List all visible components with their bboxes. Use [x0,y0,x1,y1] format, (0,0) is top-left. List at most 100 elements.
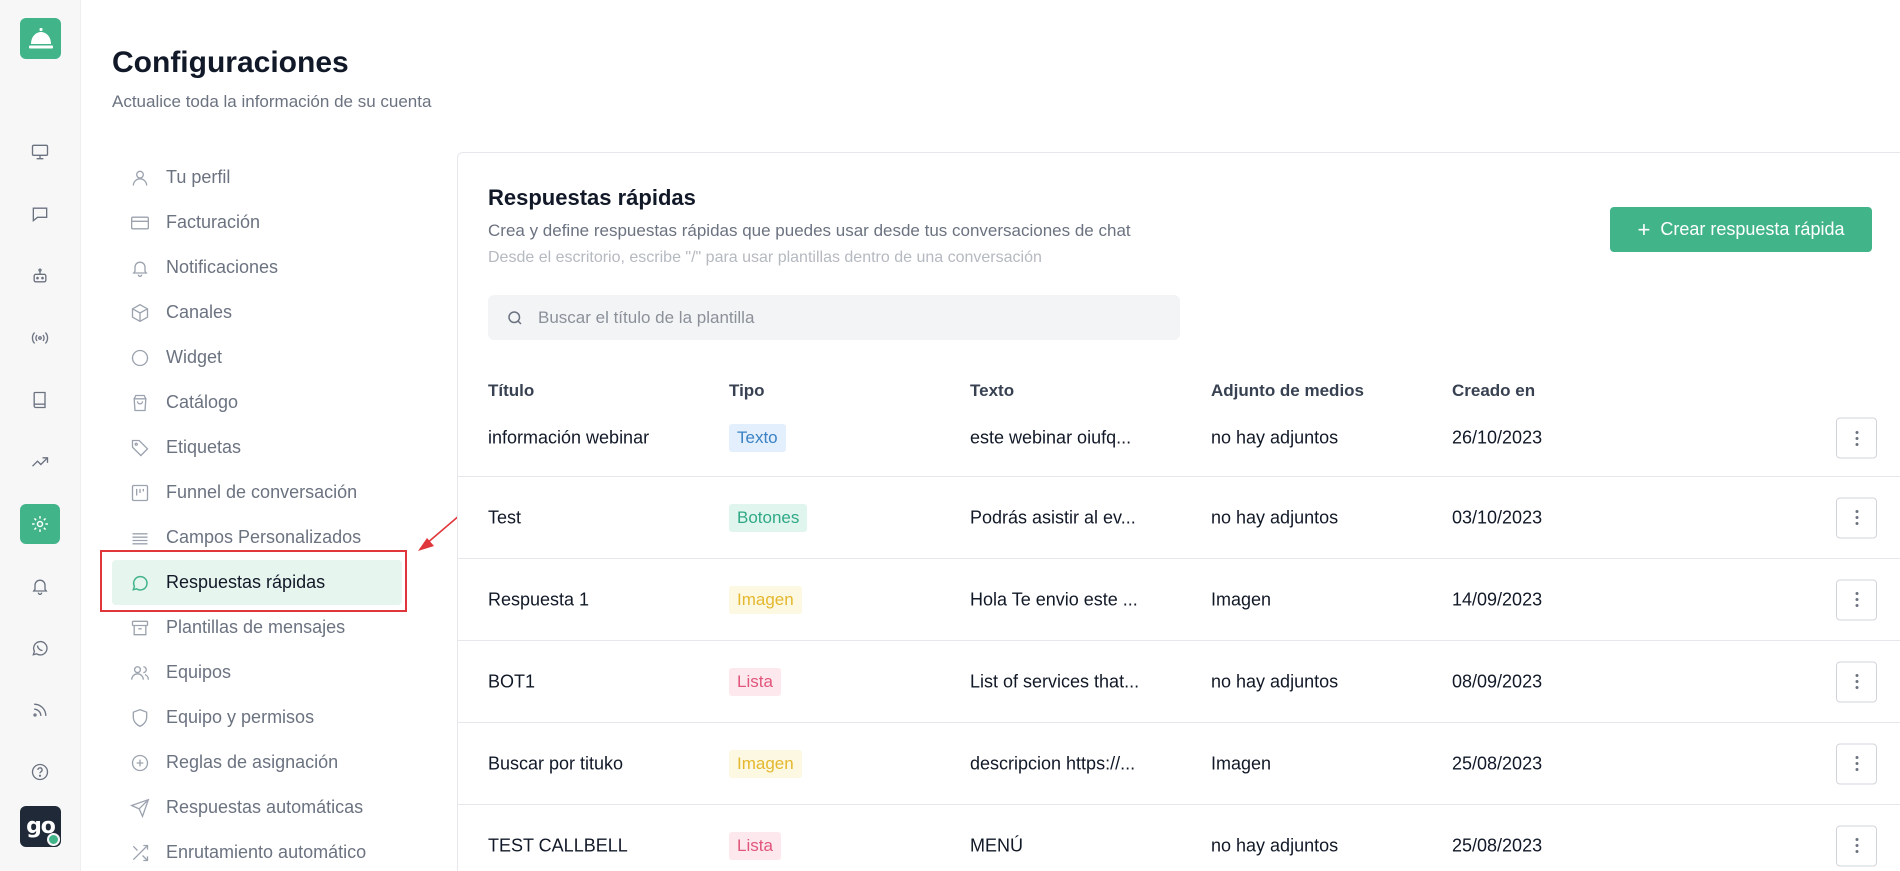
menu-item-label: Facturación [166,212,261,232]
gear-icon [32,516,48,532]
menu-item-campos-personalizados[interactable]: Campos Personalizados [112,515,402,560]
row-media: no hay adjuntos [1211,427,1339,448]
type-badge: Texto [729,424,786,453]
row-title: Buscar por tituko [488,753,624,773]
icon-rail: go [0,0,81,871]
column-header-text: Texto [970,381,1015,400]
kanban-icon [130,483,150,503]
menu-item-label: Reglas de asignación [166,752,339,772]
table-row[interactable]: TEST CALLBELL Lista MENÚ no hay adjuntos… [458,805,1900,871]
send-icon [130,798,150,818]
row-created: 03/10/2023 [1452,507,1543,527]
search-icon [508,310,522,325]
row-text: MENÚ [970,835,1023,855]
menu-item-label: Enrutamiento automático [166,842,367,862]
panel-hint: Desde el escritorio, escribe "/" para us… [488,249,1042,266]
table-row[interactable]: Buscar por tituko Imagen descripcion htt… [458,723,1900,805]
row-actions-button[interactable] [1836,825,1877,866]
menu-item-funnel[interactable]: Funnel de conversación [112,470,402,515]
panel-title: Respuestas rápidas [488,185,696,210]
menu-item-label: Widget [166,347,223,367]
row-actions-button[interactable] [1836,497,1877,538]
menu-item-plantillas[interactable]: Plantillas de mensajes [112,605,402,650]
create-quick-reply-button[interactable]: + Crear respuesta rápida [1610,207,1872,252]
menu-item-equipos[interactable]: Equipos [112,650,402,695]
menu-item-etiquetas[interactable]: Etiquetas [112,425,402,470]
menu-item-reglas-asignacion[interactable]: Reglas de asignación [112,740,402,785]
rail-monitor[interactable] [20,132,60,172]
online-status-dot [47,833,60,846]
menu-item-facturacion[interactable]: Facturación [112,200,402,245]
column-header-created: Creado en [1452,381,1536,400]
row-created: 25/08/2023 [1452,753,1543,773]
search-bar [488,295,1180,340]
rail-broadcast[interactable] [20,318,60,358]
table-body: información webinar Texto este webinar o… [458,411,1900,871]
menu-item-notificaciones[interactable]: Notificaciones [112,245,402,290]
whatsapp-icon [32,640,48,656]
menu-item-label: Campos Personalizados [166,527,362,547]
row-actions-button[interactable] [1836,417,1877,459]
menu-item-label: Notificaciones [166,257,279,277]
plus-icon: + [1637,216,1651,242]
rail-chat[interactable] [20,194,60,234]
menu-item-equipo-permisos[interactable]: Equipo y permisos [112,695,402,740]
page-title: Configuraciones [112,46,349,79]
rail-bot[interactable] [20,256,60,296]
tag-icon [130,438,150,458]
menu-item-label: Plantillas de mensajes [166,617,346,637]
user-icon [130,168,150,188]
shopping-bag-icon [130,393,150,413]
row-actions-button[interactable] [1836,743,1877,784]
menu-item-respuestas-automaticas[interactable]: Respuestas automáticas [112,785,402,830]
shuffle-icon [130,843,150,863]
rail-help[interactable] [20,752,60,792]
rail-settings[interactable] [20,504,60,544]
menu-item-respuestas-rapidas[interactable]: Respuestas rápidas [112,560,402,605]
rail-trending[interactable] [20,442,60,482]
trending-icon [32,457,49,467]
menu-item-catalogo[interactable]: Catálogo [112,380,402,425]
rail-whatsapp[interactable] [20,628,60,668]
credit-card-icon [130,213,150,233]
rail-book[interactable] [20,380,60,420]
menu-item-enrutamiento[interactable]: Enrutamiento automático [112,830,402,871]
cube-icon [130,303,150,323]
type-badge: Imagen [729,749,802,778]
menu-item-widget[interactable]: Widget [112,335,402,380]
table-row[interactable]: Respuesta 1 Imagen Hola Te envio este ..… [458,559,1900,641]
search-input[interactable] [538,307,1158,328]
rail-notifications[interactable] [20,566,60,606]
table-row[interactable]: BOT1 Lista List of services that... no h… [458,641,1900,723]
row-title: información webinar [488,427,650,448]
more-vertical-icon [1855,430,1858,446]
menu-item-tu-perfil[interactable]: Tu perfil [112,155,402,200]
type-badge: Botones [729,503,808,532]
row-title: Respuesta 1 [488,589,590,609]
row-media: Imagen [1211,753,1272,773]
rail-rss[interactable] [20,690,60,730]
app-logo[interactable] [20,18,61,59]
row-created: 26/10/2023 [1452,427,1543,448]
shield-icon [130,708,150,728]
table-row[interactable]: Test Botones Podrás asistir al ev... no … [458,477,1900,559]
column-header-media: Adjunto de medios [1211,381,1364,400]
settings-menu: Tu perfil Facturación Notificaciones Can… [112,155,402,871]
menu-item-label: Canales [166,302,233,322]
menu-item-label: Funnel de conversación [166,482,358,502]
bot-icon [33,268,47,283]
menu-item-canales[interactable]: Canales [112,290,402,335]
more-vertical-icon [1855,510,1858,525]
bell-icon [32,579,48,595]
row-text: Podrás asistir al ev... [970,507,1136,527]
message-circle-icon [130,573,150,593]
page-subtitle: Actualice toda la información de su cuen… [112,92,432,111]
chat-icon [32,207,48,223]
archive-icon [130,618,150,638]
row-actions-button[interactable] [1836,661,1877,702]
help-icon [31,763,49,781]
bell-icon [130,258,150,278]
row-actions-button[interactable] [1836,579,1877,620]
row-media: Imagen [1211,589,1272,609]
table-row[interactable]: información webinar Texto este webinar o… [458,411,1900,477]
